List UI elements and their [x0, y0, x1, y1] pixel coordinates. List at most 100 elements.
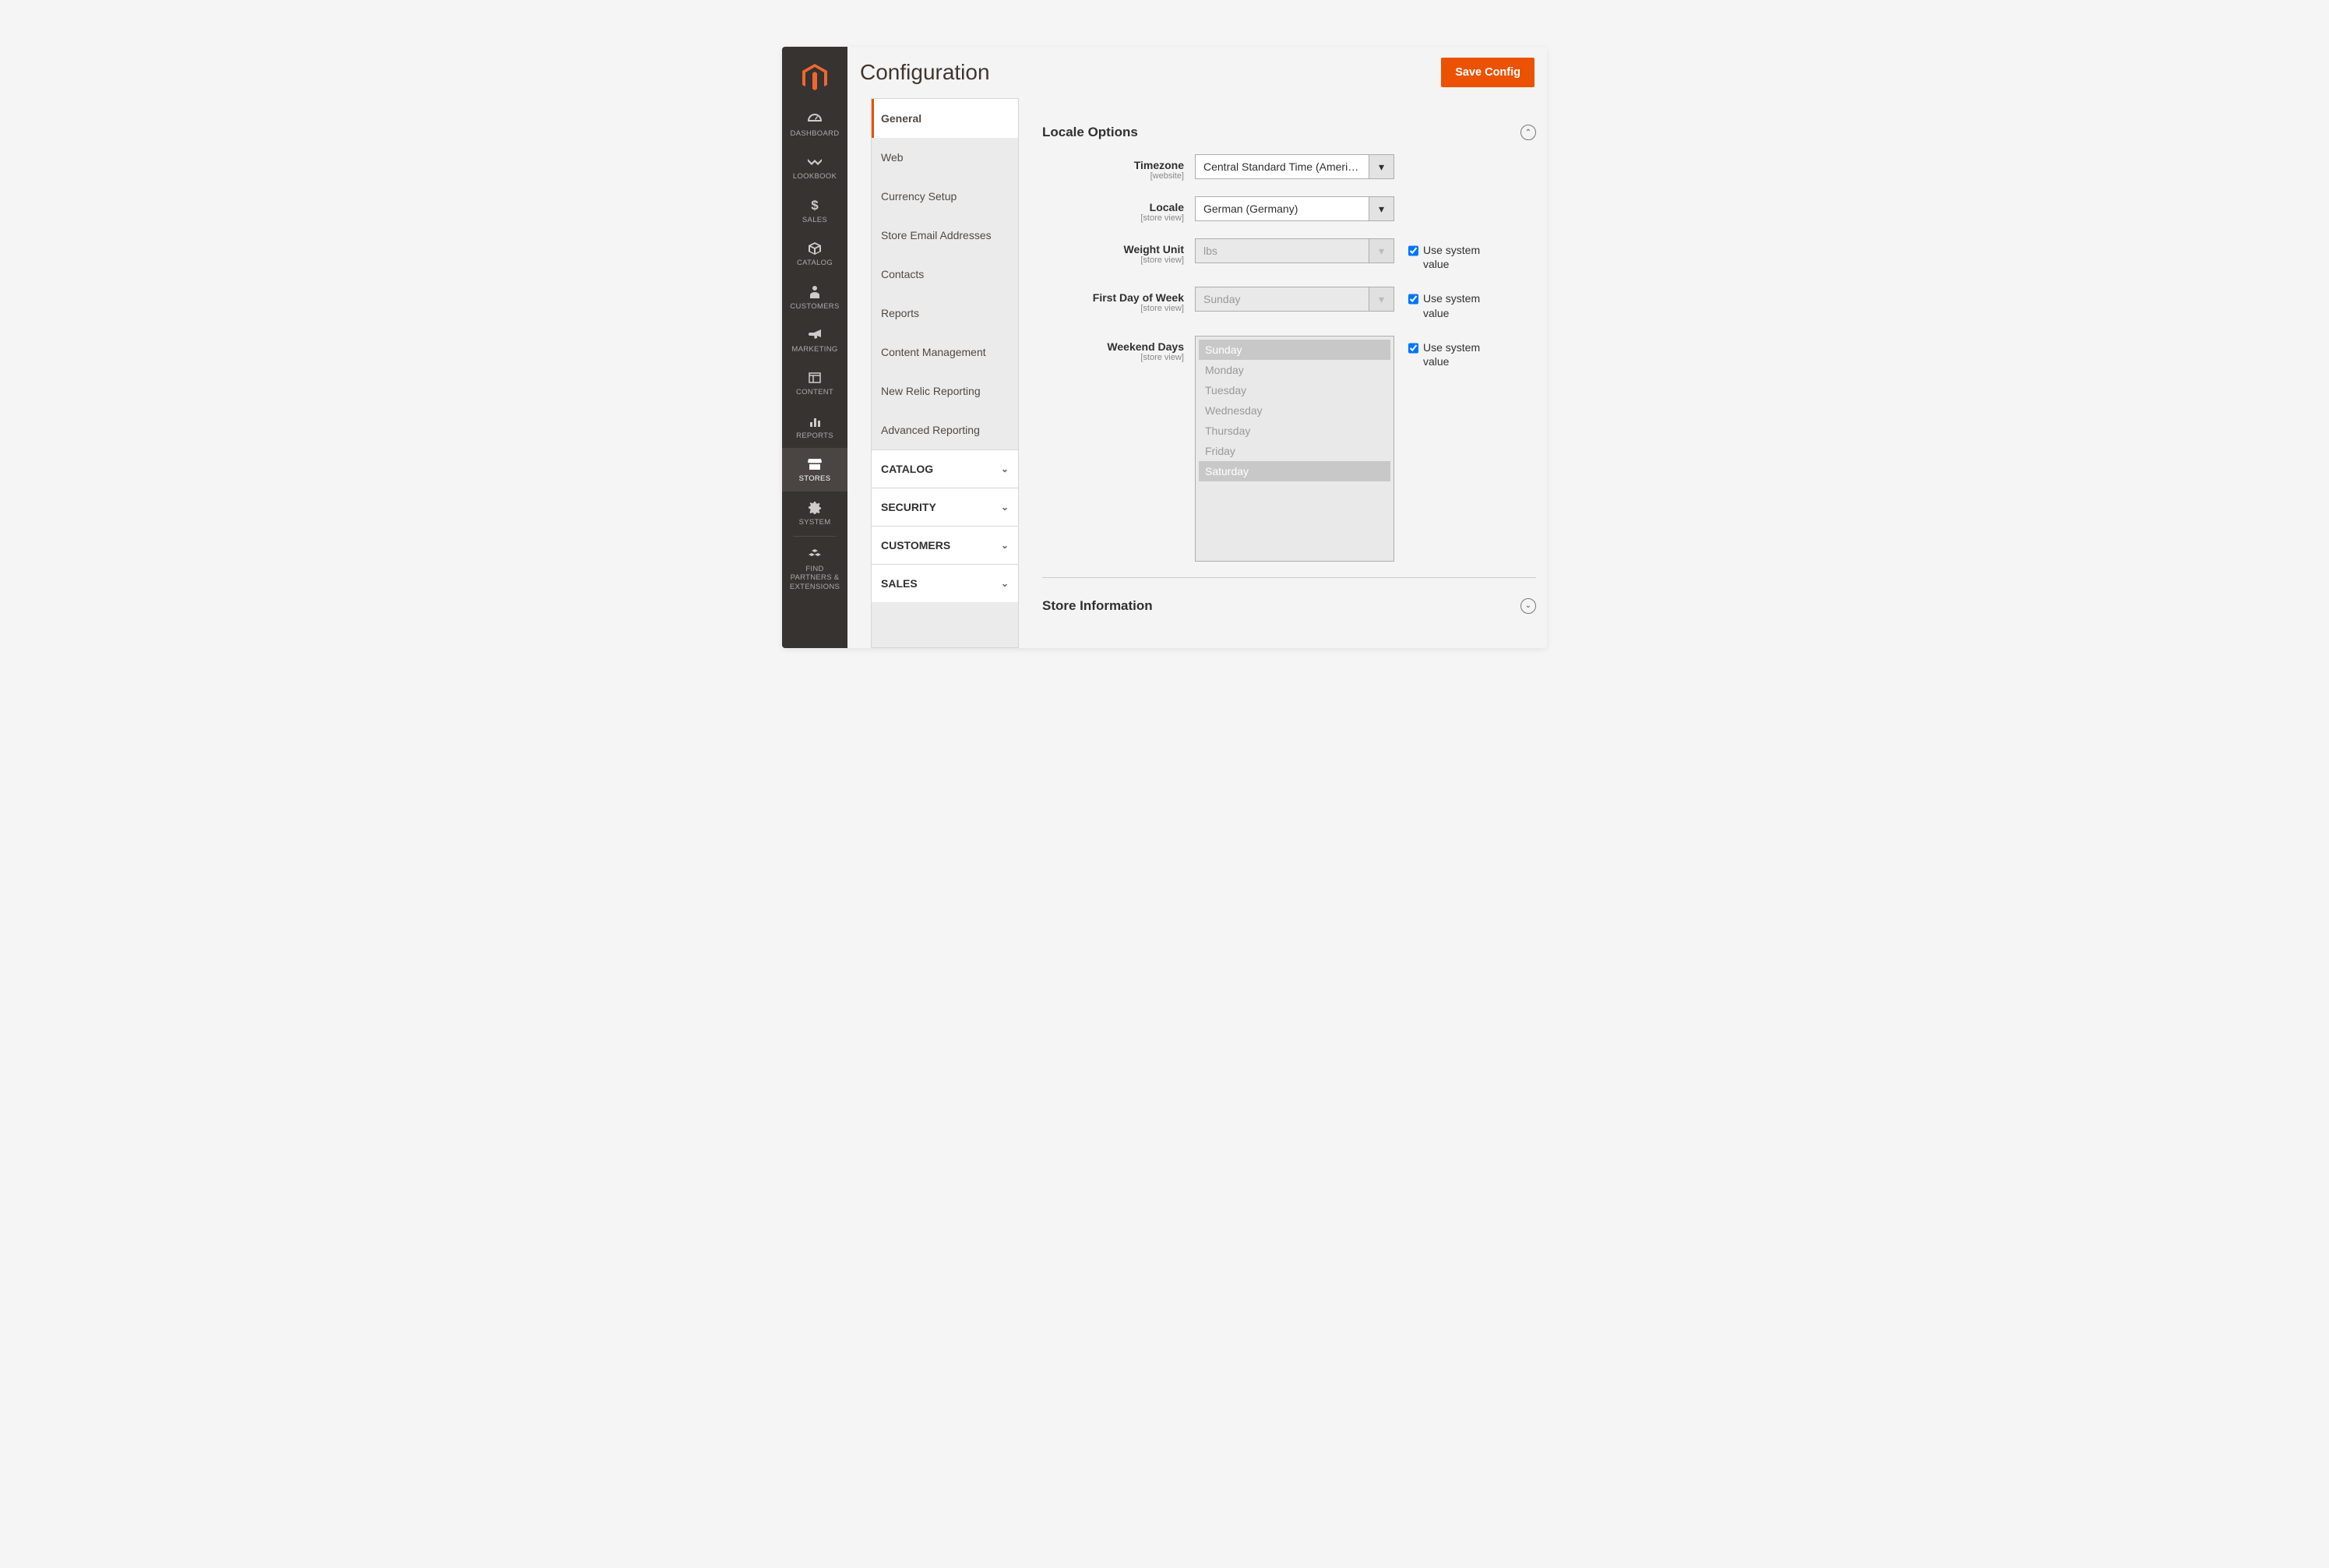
scope-text: [store view]	[1042, 353, 1184, 362]
sidebar-item-stores[interactable]: STORES	[782, 448, 847, 491]
field-first-day: First Day of Week [store view] Sunday ▾ U…	[1042, 287, 1536, 319]
section-store-information[interactable]: Store Information ⌄	[1042, 577, 1536, 628]
section-title: Store Information	[1042, 598, 1153, 614]
use-system-label: Use system value	[1423, 291, 1488, 319]
sidebar-item-reports[interactable]: REPORTS	[782, 405, 847, 448]
megaphone-icon	[809, 328, 821, 342]
label-text: Weight Unit	[1042, 243, 1184, 255]
sidebar-label: STORES	[796, 474, 834, 483]
sidebar-label: MARKETING	[788, 345, 840, 354]
store-icon	[808, 457, 822, 471]
use-system-label: Use system value	[1423, 243, 1488, 271]
timezone-select[interactable]: Central Standard Time (America/▾	[1195, 154, 1394, 179]
field-timezone: Timezone [website] Central Standard Time…	[1042, 154, 1536, 181]
sidebar-label: CATALOG	[794, 259, 836, 267]
field-control: Sunday Monday Tuesday Wednesday Thursday…	[1195, 336, 1394, 562]
config-group-customers[interactable]: CUSTOMERS ⌄	[872, 526, 1018, 564]
config-tab-general[interactable]: General	[872, 99, 1018, 138]
chevron-down-icon: ⌄	[1001, 463, 1009, 474]
sidebar-item-content[interactable]: CONTENT	[782, 361, 847, 404]
chevron-down-icon: ⌄	[1001, 502, 1009, 513]
config-group-sales[interactable]: SALES⌄	[872, 564, 1018, 602]
sidebar-label: CUSTOMERS	[787, 302, 842, 311]
use-system-checkbox[interactable]	[1408, 343, 1418, 354]
sidebar-label: CONTENT	[793, 388, 837, 396]
scope-text: [store view]	[1042, 255, 1184, 265]
sidebar-label: DASHBOARD	[787, 129, 843, 138]
select-value: Sunday	[1203, 293, 1359, 305]
section-locale-options[interactable]: Locale Options ⌃	[1042, 98, 1536, 154]
field-label: Weekend Days [store view]	[1042, 336, 1195, 362]
use-system-checkbox[interactable]	[1408, 294, 1418, 305]
field-control: Sunday ▾	[1195, 287, 1394, 312]
sidebar-item-marketing[interactable]: MARKETING	[782, 319, 847, 361]
field-control: German (Germany) ▾	[1195, 196, 1394, 221]
config-tab-currency[interactable]: Currency Setup	[872, 177, 1018, 216]
config-tab-cms[interactable]: Content Management	[872, 333, 1018, 372]
boxes-icon	[809, 548, 821, 562]
config-tab-newrelic[interactable]: New Relic Reporting	[872, 372, 1018, 410]
dropdown-arrow-icon: ▾	[1369, 197, 1394, 220]
app-window: DASHBOARD LOOKBOOK $SALES CATALOG CUSTOM…	[782, 47, 1547, 648]
field-locale: Locale [store view] German (Germany)▾	[1042, 196, 1536, 223]
group-label: SALES	[881, 577, 918, 590]
dollar-icon: $	[811, 199, 818, 213]
bar-chart-icon	[809, 414, 821, 428]
sidebar-item-partners[interactable]: FIND PARTNERS & EXTENSIONS	[782, 538, 847, 599]
config-tab-reports[interactable]: Reports	[872, 294, 1018, 333]
config-tab-web[interactable]: Web	[872, 138, 1018, 177]
select-value: German (Germany)	[1203, 203, 1359, 215]
use-system-checkbox[interactable]	[1408, 245, 1418, 256]
locale-select[interactable]: German (Germany) ▾	[1195, 196, 1394, 221]
field-control: lbs ▾	[1195, 238, 1394, 263]
ms-option: Wednesday	[1199, 400, 1390, 421]
scope-text: [website]	[1042, 171, 1184, 181]
gauge-icon	[808, 112, 822, 126]
group-label: CUSTOMERS	[881, 539, 950, 551]
sidebar-item-customers[interactable]: CUSTOMERS	[782, 276, 847, 319]
sidebar-item-catalog[interactable]: CATALOG	[782, 232, 847, 275]
sidebar-item-dashboard[interactable]: DASHBOARD	[782, 103, 847, 146]
select-value: lbs	[1203, 245, 1359, 257]
dropdown-arrow-icon: ▾	[1369, 155, 1394, 178]
ms-option: Thursday	[1199, 421, 1390, 441]
collapse-down-icon[interactable]: ⌄	[1520, 598, 1536, 614]
field-control: Central Standard Time (America/▾	[1195, 154, 1394, 179]
main-sidebar: DASHBOARD LOOKBOOK $SALES CATALOG CUSTOM…	[782, 47, 847, 648]
field-label: First Day of Week [store view]	[1042, 287, 1195, 313]
save-config-button[interactable]: Save Config	[1441, 58, 1534, 87]
field-weekend-days: Weekend Days [store view] Sunday Monday …	[1042, 336, 1536, 562]
gear-icon	[809, 501, 821, 515]
scope-text: [store view]	[1042, 304, 1184, 313]
config-tab-store-email[interactable]: Store Email Addresses	[872, 216, 1018, 255]
group-label: CATALOG	[881, 463, 933, 475]
sidebar-item-sales[interactable]: $SALES	[782, 189, 847, 232]
box-icon	[809, 241, 821, 255]
ms-option: Tuesday	[1199, 380, 1390, 400]
ms-option: Monday	[1199, 360, 1390, 380]
dropdown-arrow-icon: ▾	[1369, 287, 1394, 311]
config-group-catalog[interactable]: CATALOG ⌄	[872, 449, 1018, 488]
magento-logo-icon	[801, 64, 829, 92]
chevron-down-icon: ⌄	[1001, 540, 1009, 551]
sidebar-item-system[interactable]: SYSTEM	[782, 492, 847, 534]
dropdown-arrow-icon: ▾	[1369, 239, 1394, 263]
ms-option: Friday	[1199, 441, 1390, 461]
config-group-security[interactable]: SECURITY⌄	[872, 488, 1018, 526]
label-text: Timezone	[1042, 159, 1184, 171]
ms-option: Saturday	[1199, 461, 1390, 481]
field-label: Timezone [website]	[1042, 154, 1195, 181]
page-header: Configuration Save Config	[847, 47, 1547, 98]
main-area: Configuration Save Config General Web Cu…	[847, 47, 1547, 648]
first-day-select: Sunday ▾	[1195, 287, 1394, 312]
layout-icon	[809, 371, 821, 385]
sidebar-item-lookbook[interactable]: LOOKBOOK	[782, 146, 847, 189]
use-system-checkbox-wrap: Use system value	[1394, 287, 1488, 319]
config-tab-contacts[interactable]: Contacts	[872, 255, 1018, 294]
weekend-multiselect: Sunday Monday Tuesday Wednesday Thursday…	[1195, 336, 1394, 562]
page-title: Configuration	[860, 60, 990, 85]
label-text: Weekend Days	[1042, 340, 1184, 353]
weight-unit-select: lbs ▾	[1195, 238, 1394, 263]
config-tab-advanced-reporting[interactable]: Advanced Reporting	[872, 410, 1018, 449]
collapse-up-icon[interactable]: ⌃	[1520, 125, 1536, 140]
